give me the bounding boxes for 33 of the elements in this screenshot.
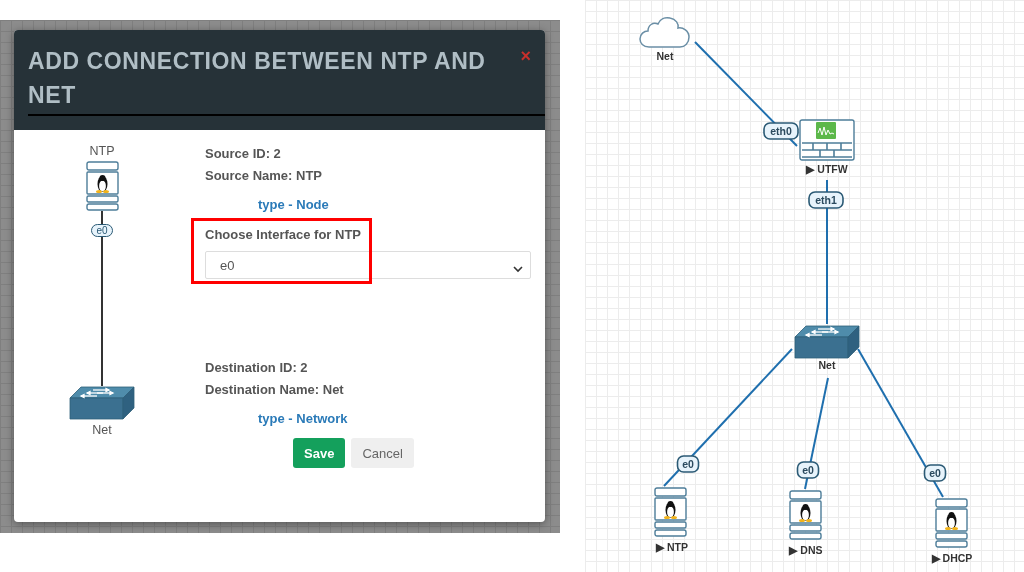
firewall-icon[interactable] [799, 119, 855, 161]
node-label: Net [818, 359, 836, 371]
node-label: Net [656, 50, 674, 62]
server-icon[interactable] [935, 498, 968, 548]
info-text: Destination Name: Net [205, 381, 344, 399]
info-text: Source ID: 2 [205, 145, 281, 163]
port-label: eth1 [808, 191, 844, 209]
interface-select[interactable]: e0 [205, 251, 531, 279]
port-label: e0 [923, 464, 947, 482]
node-label: ▶ NTP [656, 541, 688, 553]
info-text: Destination ID: 2 [205, 359, 308, 377]
server-icon[interactable] [654, 487, 687, 537]
port-label: e0 [91, 224, 113, 237]
node-label: Net [92, 422, 112, 438]
type-link[interactable]: type - Node [258, 197, 329, 212]
node-label: ▶ DNS [789, 544, 823, 556]
field-label: Choose Interface for NTP [205, 226, 363, 244]
server-icon [85, 161, 119, 211]
node-label: ▶ DHCP [931, 552, 973, 564]
node-label: NTP [89, 143, 115, 159]
port-label: eth0 [763, 122, 799, 140]
node-label: ▶ UTFW [806, 163, 848, 175]
cancel-button[interactable]: Cancel [351, 438, 414, 468]
server-icon[interactable] [789, 490, 822, 540]
save-button[interactable]: Save [293, 438, 346, 468]
close-button[interactable]: × [520, 48, 531, 64]
port-label: e0 [676, 455, 700, 473]
switch-icon [69, 386, 135, 420]
port-label: e0 [796, 461, 820, 479]
info-text: Source Name: NTP [205, 167, 323, 185]
switch-icon[interactable] [794, 325, 860, 359]
cloud-icon[interactable] [639, 17, 690, 48]
type-link[interactable]: type - Network [258, 411, 348, 426]
